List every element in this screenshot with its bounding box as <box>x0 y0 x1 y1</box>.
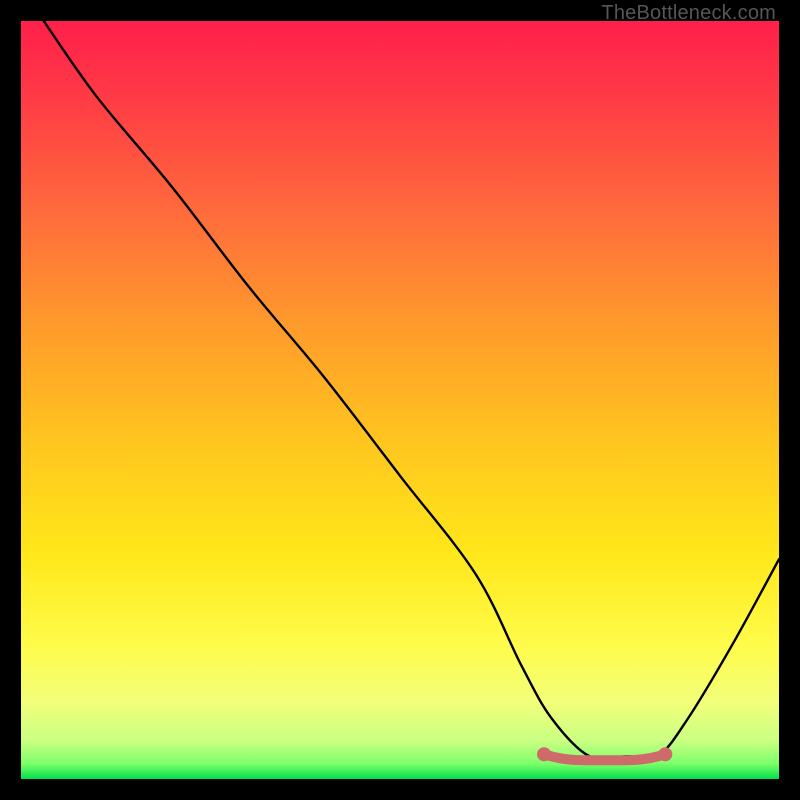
gradient-background <box>21 21 779 779</box>
optimal-region-start-dot <box>537 747 551 761</box>
bottleneck-chart <box>21 21 779 779</box>
watermark-text: TheBottleneck.com <box>601 2 776 25</box>
chart-frame <box>21 21 779 779</box>
optimal-region-end-dot <box>658 747 672 761</box>
